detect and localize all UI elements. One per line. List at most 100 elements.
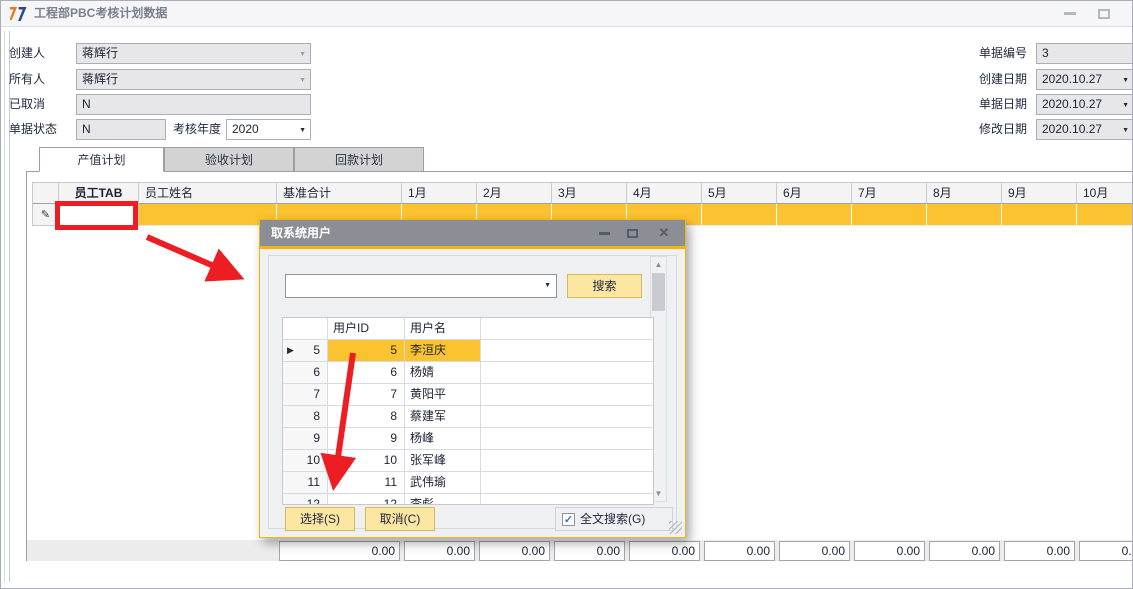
grid-cell[interactable] [927,204,1002,226]
grid-header-row: 员工TAB 员工姓名 基准合计 1月 2月 3月 4月 5月 6月 7月 8月 … [32,182,1133,204]
grid-header-cell[interactable]: 2月 [477,182,552,204]
dialog-title: 取系统用户 [271,220,331,246]
grid-cell[interactable] [1077,204,1133,226]
create-date-label: 创建日期 [979,69,1027,90]
dialog-maximize-button[interactable] [620,220,644,246]
grid-cell[interactable] [139,204,277,226]
grid-header-cell[interactable]: 9月 [1002,182,1077,204]
footer-total-cell: 0.00 [1077,540,1133,561]
creator-field[interactable]: 蒋辉行▼ [76,43,311,64]
user-row[interactable]: ▶5 5 李洹庆 [283,340,653,362]
fulltext-checkbox[interactable]: ✓ [562,513,575,526]
footer-total-cell: 0.00 [402,540,477,561]
annotation-highlight-rect [55,201,138,230]
scroll-up-icon[interactable]: ▲ [651,257,666,272]
dialog-close-button[interactable]: ✕ [652,220,676,246]
cancelled-field[interactable]: N [76,94,311,115]
modify-date-picker[interactable]: 2020.10.27▼ [1036,119,1133,140]
owner-field[interactable]: 蒋辉行▼ [76,69,311,90]
chevron-down-icon: ▼ [299,45,306,64]
user-row[interactable]: 6 6 杨婧 [283,362,653,384]
chevron-down-icon: ▼ [299,71,306,90]
doc-status-label: 单据状态 [9,119,57,140]
select-user-dialog: 取系统用户 ✕ ▼ 搜索 ▲ ▼ 用户ID 用户名 ▶5 5 [259,219,686,538]
search-button[interactable]: 搜索 [567,274,642,298]
chevron-down-icon: ▼ [1122,71,1129,90]
cancel-button[interactable]: 取消(C) [365,507,435,531]
grid-cell[interactable] [1002,204,1077,226]
grid-cell[interactable] [852,204,927,226]
tab-payment-plan[interactable]: 回款计划 [294,147,424,172]
doc-no-label: 单据编号 [979,43,1027,64]
user-row[interactable]: 11 11 武伟瑜 [283,472,653,494]
minimize-icon [599,232,610,235]
create-date-picker[interactable]: 2020.10.27▼ [1036,69,1133,90]
scrollbar-thumb[interactable] [652,273,665,311]
grid-header-cell[interactable]: 3月 [552,182,627,204]
fulltext-label: 全文搜索(G) [580,508,645,530]
user-row[interactable]: 9 9 杨峰 [283,428,653,450]
grid-footer-row: 0.00 0.00 0.00 0.00 0.00 0.00 0.00 0.00 … [32,540,1133,561]
title-bar: 工程部PBC考核计划数据 [1,1,1132,27]
doc-no-field[interactable]: 3 [1036,43,1133,64]
user-row[interactable]: 8 8 蔡建军 [283,406,653,428]
dialog-title-bar[interactable]: 取系统用户 ✕ [260,220,685,246]
grid-header-cell[interactable]: 员工姓名 [139,182,277,204]
user-table-header: 用户ID 用户名 [283,318,653,340]
select-button[interactable]: 选择(S) [285,507,355,531]
doc-date-picker[interactable]: 2020.10.27▼ [1036,94,1133,115]
dialog-minimize-button[interactable] [592,220,616,246]
tab-output-plan[interactable]: 产值计划 [39,147,164,172]
doc-status-field[interactable]: N [76,119,166,140]
grid-header-cell[interactable]: 1月 [402,182,477,204]
footer-total-cell: 0.00 [627,540,702,561]
resize-grip[interactable] [669,521,682,534]
user-table: 用户ID 用户名 ▶5 5 李洹庆 6 6 杨婧 7 7 黄阳平 [282,317,654,505]
app-window: 工程部PBC考核计划数据 创建人 蒋辉行▼ 所有人 蒋辉行▼ 已取消 N 单据状… [0,0,1133,589]
user-row[interactable]: 10 10 张军峰 [283,450,653,472]
user-search-combo[interactable]: ▼ [285,274,557,298]
maximize-button[interactable] [1093,1,1115,26]
window-title: 工程部PBC考核计划数据 [34,1,167,26]
grid-header-cell[interactable]: 5月 [702,182,777,204]
dialog-accent-stripe [260,246,685,249]
grid-header-cell[interactable]: 6月 [777,182,852,204]
user-row[interactable]: 12 12 李彪 [283,494,653,505]
footer-total-cell: 0.00 [1002,540,1077,561]
grid-header-cell[interactable]: 8月 [927,182,1002,204]
assess-year-combo[interactable]: 2020▼ [226,119,311,140]
tab-acceptance-plan[interactable]: 验收计划 [164,147,294,172]
footer-total-cell: 0.00 [277,540,402,561]
minimize-button[interactable] [1059,1,1081,26]
assess-year-label: 考核年度 [173,119,221,140]
user-name-column-header[interactable]: 用户名 [405,318,481,340]
chevron-down-icon: ▼ [1122,96,1129,115]
chevron-down-icon: ▼ [1122,121,1129,140]
footer-total-cell: 0.00 [852,540,927,561]
grid-header-cell[interactable]: 基准合计 [277,182,402,204]
chevron-down-icon: ▼ [299,121,306,140]
user-id-column-header[interactable]: 用户ID [328,318,405,340]
cancelled-label: 已取消 [9,94,45,115]
app-logo-icon [10,6,28,22]
user-row[interactable]: 7 7 黄阳平 [283,384,653,406]
footer-total-cell: 0.00 [552,540,627,561]
grid-header-cell[interactable]: 10月 [1077,182,1133,204]
grid-cell[interactable] [777,204,852,226]
current-row-icon: ▶ [287,340,294,361]
maximize-icon [627,229,638,238]
owner-label: 所有人 [9,69,45,90]
footer-total-cell: 0.00 [477,540,552,561]
grid-header-cell[interactable]: 7月 [852,182,927,204]
creator-label: 创建人 [9,43,45,64]
panel-border-line [4,31,5,582]
footer-total-cell: 0.00 [927,540,1002,561]
grid-cell[interactable] [702,204,777,226]
fulltext-search-group: ✓ 全文搜索(G) [555,507,673,531]
close-button[interactable] [1127,1,1133,26]
chevron-down-icon: ▼ [544,275,551,297]
minimize-icon [1064,12,1076,15]
grid-header-cell[interactable]: 4月 [627,182,702,204]
doc-date-label: 单据日期 [979,94,1027,115]
modify-date-label: 修改日期 [979,119,1027,140]
